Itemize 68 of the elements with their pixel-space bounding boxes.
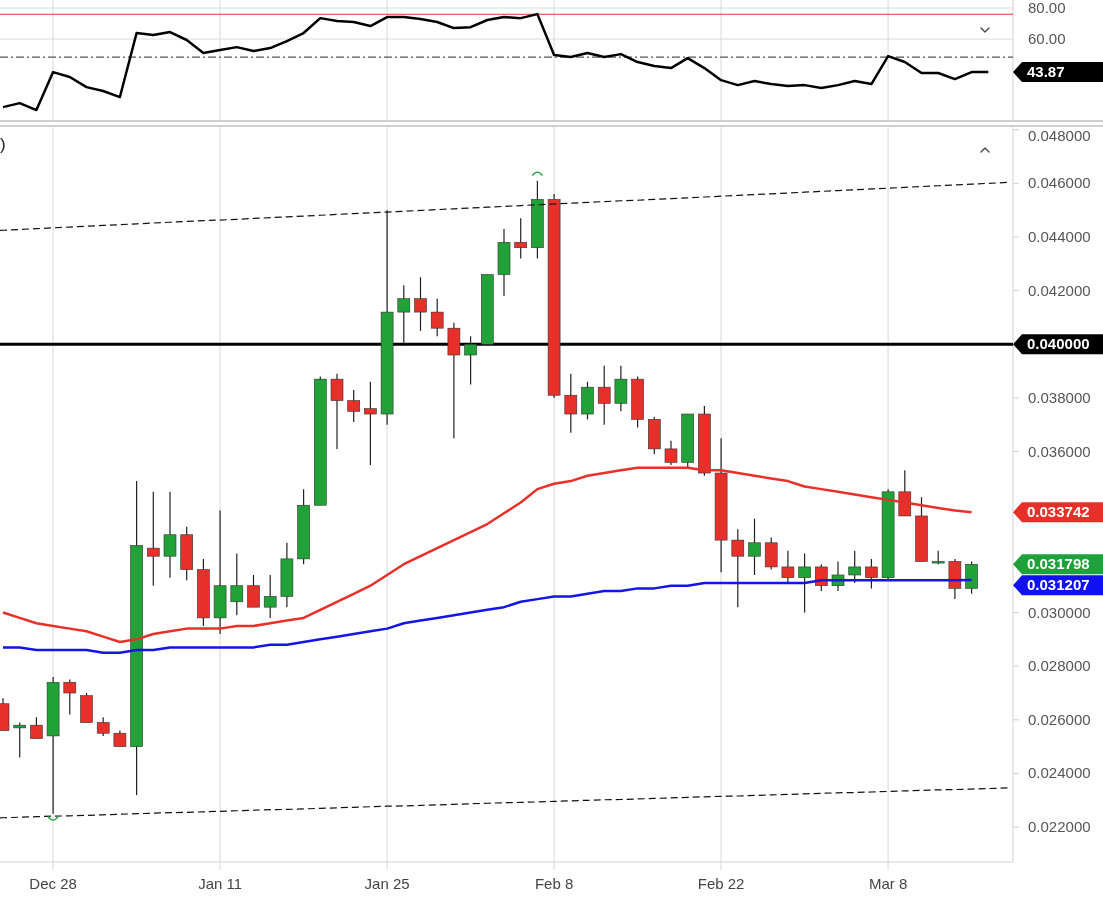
price-tag: 0.031798: [1013, 554, 1103, 575]
candlestick: [96, 716, 110, 737]
candlestick: [948, 558, 962, 600]
candlestick: [815, 563, 828, 592]
axis-label: 60.00: [1028, 30, 1066, 48]
date-label: Jan 25: [364, 875, 410, 892]
candlestick: [30, 716, 43, 740]
candlestick: [865, 558, 878, 589]
candlestick: [13, 721, 26, 758]
candlestick: [230, 552, 244, 616]
candlestick: [798, 552, 811, 614]
axis-label: 0.046000: [1028, 174, 1091, 192]
candlestick: [648, 416, 661, 455]
candlestick: [698, 405, 711, 477]
candlestick: [280, 542, 294, 608]
axis-label: 0.036000: [1028, 442, 1091, 460]
candlestick: [597, 365, 611, 426]
candlestick: [430, 298, 444, 337]
axis-label: 0.048000: [1028, 127, 1091, 144]
price-tag: 0.040000: [1013, 334, 1103, 355]
candlestick: [397, 284, 411, 345]
axis-label: 0.024000: [1028, 764, 1091, 782]
date-label: Mar 8: [868, 875, 908, 892]
candlestick: [414, 276, 427, 332]
candlestick: [113, 729, 127, 748]
candlestick: [197, 558, 210, 627]
price-tag: 43.87: [1013, 62, 1103, 83]
axis-label: 0.038000: [1028, 388, 1091, 406]
axis-label: 0.030000: [1028, 603, 1091, 621]
candlestick: [347, 389, 360, 423]
axis-label: 0.044000: [1028, 228, 1091, 245]
candlestick: [80, 692, 93, 724]
candlestick: [848, 550, 861, 584]
candlestick: [915, 496, 928, 563]
axis-label: 0.028000: [1028, 657, 1091, 675]
candlestick: [263, 574, 277, 619]
candlestick: [614, 365, 628, 412]
date-label: Feb 22: [697, 875, 745, 892]
candlestick: [831, 560, 845, 592]
candlestick: [497, 228, 511, 297]
candlestick: [748, 518, 761, 576]
axis-label: 0.042000: [1028, 281, 1091, 299]
candlestick: [965, 560, 978, 595]
candlestick: [514, 217, 527, 260]
axis-label: 0.022000: [1028, 818, 1091, 836]
price-tag: 0.033742: [1013, 502, 1103, 523]
candlestick: [63, 679, 77, 716]
candlestick: [464, 335, 477, 386]
candlestick: [931, 550, 945, 565]
date-label: Feb 8: [534, 875, 574, 892]
axis-label: 0.026000: [1028, 710, 1091, 728]
date-label: Jan 11: [198, 875, 243, 892]
candlestick: [764, 536, 778, 571]
candlestick: [180, 526, 193, 581]
candlestick: [681, 413, 694, 469]
candlestick: [564, 373, 578, 434]
axis-label: 80.00: [1028, 0, 1066, 17]
candlestick: [631, 375, 644, 429]
legend-text: ): [0, 136, 6, 153]
candlestick: [581, 381, 594, 420]
price-tag: 0.031207: [1013, 575, 1103, 596]
date-label: Dec 28: [29, 875, 77, 892]
candlestick: [0, 697, 10, 732]
candlestick: [898, 469, 912, 517]
candlestick: [781, 550, 795, 584]
candlestick: [664, 440, 678, 466]
candlestick: [481, 273, 494, 345]
candlestick: [247, 574, 260, 608]
